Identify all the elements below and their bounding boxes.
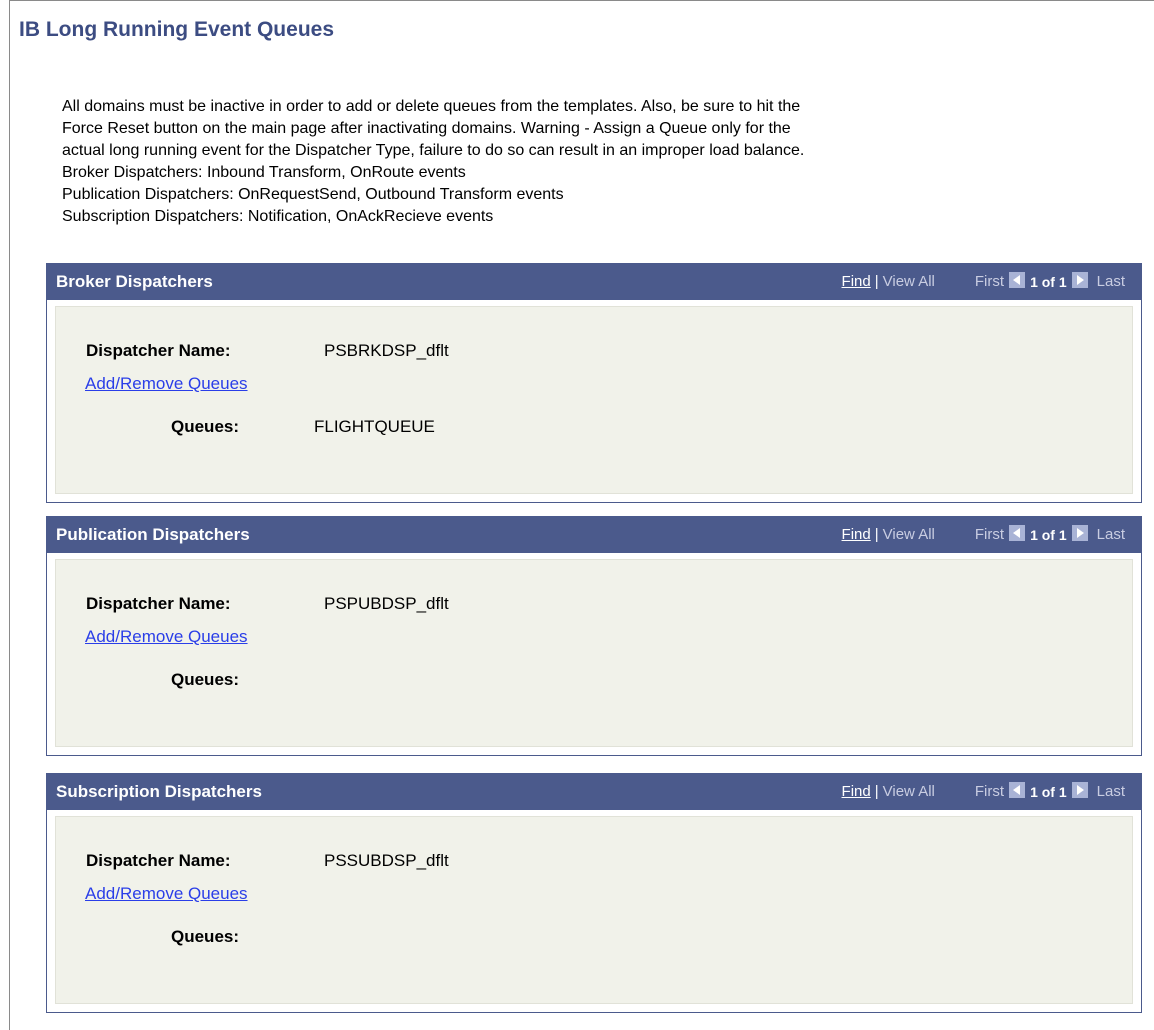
find-link[interactable]: Find bbox=[842, 783, 871, 800]
page-frame-top bbox=[9, 0, 1154, 1]
instruction-line: Subscription Dispatchers: Notification, … bbox=[62, 208, 494, 225]
next-arrow-icon[interactable] bbox=[1071, 271, 1088, 288]
last-label: Last bbox=[1096, 273, 1125, 290]
view-all-link: View All bbox=[882, 783, 935, 800]
dispatcher-name-value: PSSUBDSP_dflt bbox=[324, 851, 449, 870]
first-label: First bbox=[974, 526, 1005, 543]
queues-label: Queues: bbox=[171, 417, 240, 436]
row-count: 1 of 1 bbox=[1030, 783, 1067, 800]
instruction-line: actual long running event for the Dispat… bbox=[62, 142, 805, 159]
panel-title: Subscription Dispatchers bbox=[56, 782, 262, 801]
panel-body: Dispatcher Name: PSSUBDSP_dflt Add/Remov… bbox=[55, 816, 1133, 1004]
subscription-dispatchers-panel: Subscription Dispatchers Find | View All… bbox=[46, 773, 1142, 1013]
next-arrow-icon[interactable] bbox=[1071, 524, 1088, 541]
last-label: Last bbox=[1096, 526, 1125, 543]
dispatcher-name-label: Dispatcher Name: bbox=[86, 594, 231, 613]
instructions: All domains must be inactive in order to… bbox=[62, 96, 1142, 228]
first-label: First bbox=[974, 273, 1005, 290]
first-label: First bbox=[974, 783, 1005, 800]
find-link[interactable]: Find bbox=[842, 526, 871, 543]
nav-separator: | bbox=[874, 783, 879, 800]
panel-navigation: Find | View All First 1 of 1 Last bbox=[842, 271, 1125, 290]
page-frame-left bbox=[9, 0, 10, 1030]
previous-arrow-icon[interactable] bbox=[1009, 271, 1026, 288]
view-all-link: View All bbox=[882, 526, 935, 543]
page-title: IB Long Running Event Queues bbox=[19, 18, 334, 41]
panel-header: Broker Dispatchers Find | View All First… bbox=[47, 264, 1141, 300]
panel-navigation: Find | View All First 1 of 1 Last bbox=[842, 781, 1125, 800]
panel-title: Publication Dispatchers bbox=[56, 525, 250, 544]
panel-body: Dispatcher Name: PSBRKDSP_dflt Add/Remov… bbox=[55, 306, 1133, 494]
last-label: Last bbox=[1096, 783, 1125, 800]
dispatcher-name-value: PSBRKDSP_dflt bbox=[324, 341, 449, 360]
instruction-line: Publication Dispatchers: OnRequestSend, … bbox=[62, 186, 564, 203]
nav-separator: | bbox=[874, 526, 879, 543]
dispatcher-name-label: Dispatcher Name: bbox=[86, 851, 231, 870]
dispatcher-name-label: Dispatcher Name: bbox=[86, 341, 231, 360]
previous-arrow-icon[interactable] bbox=[1009, 524, 1026, 541]
instruction-line: All domains must be inactive in order to… bbox=[62, 98, 801, 115]
row-count: 1 of 1 bbox=[1030, 273, 1067, 290]
panel-navigation: Find | View All First 1 of 1 Last bbox=[842, 524, 1125, 543]
next-arrow-icon[interactable] bbox=[1071, 781, 1088, 798]
queues-value: FLIGHTQUEUE bbox=[314, 417, 435, 436]
panel-title: Broker Dispatchers bbox=[56, 272, 213, 291]
nav-separator: | bbox=[874, 273, 879, 290]
queues-label: Queues: bbox=[171, 670, 240, 689]
add-remove-queues-link[interactable]: Add/Remove Queues bbox=[85, 374, 248, 394]
publication-dispatchers-panel: Publication Dispatchers Find | View All … bbox=[46, 516, 1142, 756]
row-count: 1 of 1 bbox=[1030, 526, 1067, 543]
add-remove-queues-link[interactable]: Add/Remove Queues bbox=[85, 884, 248, 904]
instruction-line: Force Reset button on the main page afte… bbox=[62, 120, 791, 137]
add-remove-queues-link[interactable]: Add/Remove Queues bbox=[85, 627, 248, 647]
dispatcher-name-value: PSPUBDSP_dflt bbox=[324, 594, 449, 613]
find-link[interactable]: Find bbox=[842, 273, 871, 290]
broker-dispatchers-panel: Broker Dispatchers Find | View All First… bbox=[46, 263, 1142, 503]
panel-body: Dispatcher Name: PSPUBDSP_dflt Add/Remov… bbox=[55, 559, 1133, 747]
view-all-link: View All bbox=[882, 273, 935, 290]
queues-label: Queues: bbox=[171, 927, 240, 946]
instruction-line: Broker Dispatchers: Inbound Transform, O… bbox=[62, 164, 466, 181]
previous-arrow-icon[interactable] bbox=[1009, 781, 1026, 798]
panel-header: Publication Dispatchers Find | View All … bbox=[47, 517, 1141, 553]
panel-header: Subscription Dispatchers Find | View All… bbox=[47, 774, 1141, 810]
